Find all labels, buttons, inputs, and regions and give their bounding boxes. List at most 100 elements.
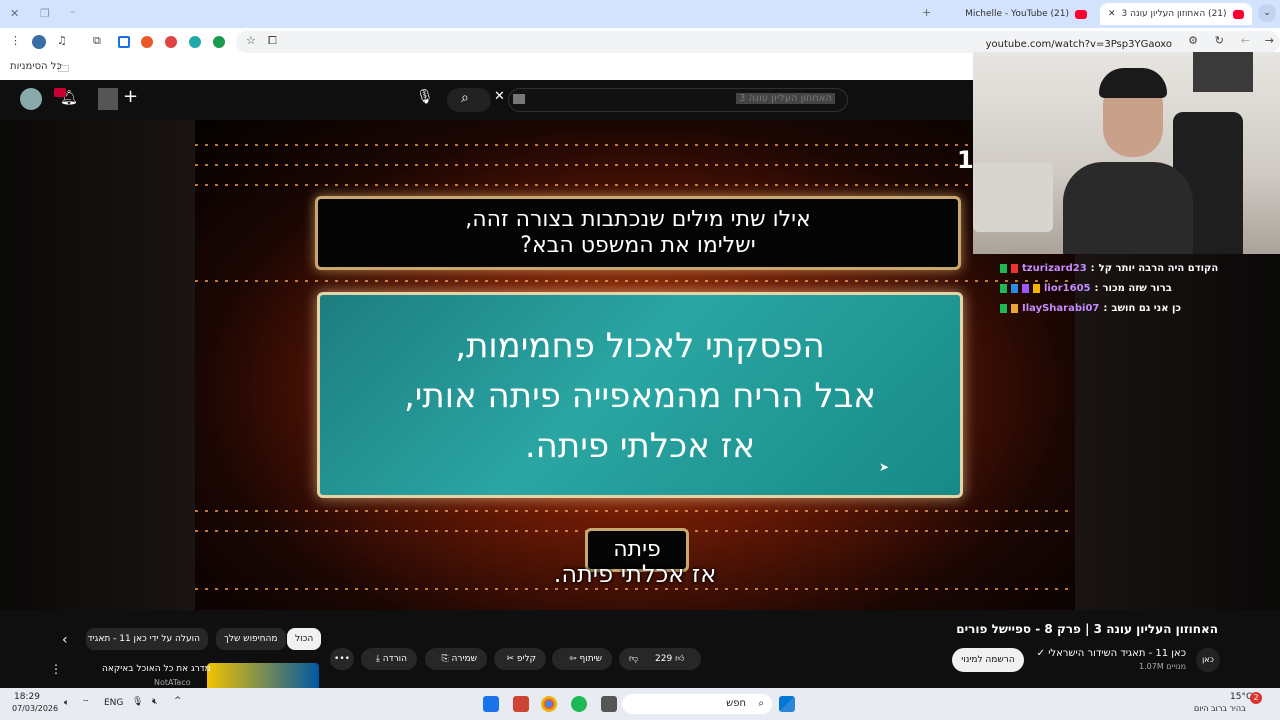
dislike-icon[interactable]: 👎︎	[629, 654, 638, 664]
address-bar[interactable]: ☆ ⧠ youtube.com/watch?v=3Psp3YGaoxo ⚙ ↻ …	[236, 31, 1280, 53]
download-button[interactable]: הורדה ⤓	[361, 648, 417, 670]
answer-line-2: אבל הריח מהמאפייה פיתה אותי,	[403, 376, 877, 416]
webcam-overlay	[973, 52, 1280, 254]
mic-icon[interactable]: 🎙︎	[132, 697, 143, 707]
like-dislike-group: 👎︎ 229 👍︎	[619, 648, 701, 670]
screenshot-extension-icon[interactable]	[118, 36, 130, 48]
chat-line-partial	[1000, 244, 1280, 258]
decor-stripe	[195, 144, 1075, 146]
microphone-icon[interactable]: 🎙︎	[416, 89, 434, 105]
save-label: שמירה	[451, 654, 477, 664]
answer-line-3: אז אכלתי פיתה.	[524, 426, 756, 466]
chip-from-search[interactable]: מהחיפוש שלך	[216, 628, 286, 650]
chat-username: tzurizard23	[1022, 262, 1087, 274]
profile-icon[interactable]	[32, 35, 46, 49]
share-button[interactable]: שיתוף ⇦	[552, 648, 612, 670]
tab-close-icon[interactable]: ✕	[1108, 9, 1116, 19]
url-text[interactable]: youtube.com/watch?v=3Psp3YGaoxo	[986, 39, 1172, 50]
chips-prev-icon[interactable]: ‹	[62, 632, 68, 648]
taskbar-search-icon: ⌕	[758, 698, 764, 709]
subscribe-button[interactable]: הרשמה למינוי	[952, 648, 1024, 672]
chat-message: ברור שזה מכור	[1102, 282, 1172, 294]
weather-desc[interactable]: בהיר ברוב היום	[1194, 704, 1246, 713]
video-title: האחוזון העליון עונה 3 | פרק 8 - ספיישל פ…	[956, 622, 1218, 636]
video-letterbox-left	[0, 120, 195, 610]
question-panel: אילו שתי מילים שנכתבות בצורה זהה, ישלימו…	[315, 196, 961, 270]
windows-logo-icon[interactable]	[779, 696, 795, 712]
chat-badge-icon	[1033, 283, 1040, 293]
video-player[interactable]: אילו שתי מילים שנכתבות בצורה זהה, ישלימו…	[195, 120, 1075, 610]
language-indicator[interactable]: ENG	[104, 698, 123, 708]
search-button[interactable]: ⌕	[447, 88, 491, 112]
chip-uploaded-by[interactable]: הועלה על ידי כאן 11 - תאגיד הש	[86, 628, 208, 650]
bookmark-star-icon[interactable]: ☆	[246, 34, 256, 47]
close-window-icon[interactable]: ✕	[10, 7, 19, 20]
reload-icon[interactable]: ↻	[1215, 34, 1224, 47]
like-count[interactable]: 229	[655, 654, 672, 664]
recommended-title[interactable]: מדרג את כל האוכל באיקאה	[102, 664, 211, 674]
extension-green-icon[interactable]	[213, 36, 225, 48]
save-button[interactable]: שמירה ⎘	[425, 648, 487, 670]
files-icon[interactable]	[601, 696, 617, 712]
taskbar-search[interactable]: חפש ⌕	[622, 694, 772, 714]
webcam-person-hair	[1099, 68, 1167, 98]
decor-stripe	[195, 280, 1075, 282]
more-actions-button[interactable]: •••	[330, 648, 354, 670]
share-icon: ⇦	[569, 654, 577, 664]
clock-date[interactable]: 07/03/2026	[12, 704, 58, 713]
decor-stripe	[195, 510, 1075, 512]
tab-active-video[interactable]: (21) האחוזון העליון עונה 3 ✕	[1100, 3, 1252, 25]
chat-badge-icon	[1022, 283, 1029, 293]
minimize-window-icon[interactable]: –	[70, 5, 76, 18]
start-menu-icon[interactable]	[483, 696, 499, 712]
clear-search-icon[interactable]: ✕	[494, 89, 505, 104]
all-bookmarks-link[interactable]: כל הסימניות	[10, 61, 62, 72]
question-line-1: אילו שתי מילים שנכתבות בצורה זהה,	[465, 207, 811, 232]
create-button[interactable]: +	[123, 86, 138, 107]
extension-translate-icon[interactable]	[189, 36, 201, 48]
youtube-header: 🔔︎ + 🎙︎ ⌕ ✕ האחוזון העליון עונה 3	[0, 80, 973, 120]
like-icon[interactable]: 👍︎	[675, 654, 684, 664]
channel-name[interactable]: כאן 11 - תאגיד השידור הישראלי ✓	[1037, 648, 1186, 659]
webcam-bed	[973, 162, 1053, 232]
question-line-2: ישלימו את המשפט הבא?	[520, 233, 756, 258]
tab-search-icon[interactable]: ⌄	[1258, 4, 1276, 22]
share-label: שיתוף	[579, 654, 602, 664]
new-tab-icon[interactable]: +	[922, 6, 931, 19]
tray-chevron-icon[interactable]: ^	[174, 696, 182, 706]
mouse-cursor-icon: ➤	[879, 460, 890, 474]
extensions-icon[interactable]: ⧉	[93, 34, 101, 48]
back-icon[interactable]: →	[1265, 34, 1274, 47]
clock-time[interactable]: 18:29	[14, 692, 40, 702]
forward-icon[interactable]: ←	[1241, 34, 1250, 47]
keyboard-icon[interactable]	[513, 94, 525, 104]
search-input[interactable]: האחוזון העליון עונה 3	[508, 88, 848, 112]
menu-icon[interactable]: ⋮	[10, 34, 21, 47]
tab-michelle[interactable]: (21) Michelle - YouTube	[945, 3, 1095, 25]
scissors-icon: ✂	[506, 654, 514, 664]
channel-avatar[interactable]: כאן	[1196, 648, 1220, 672]
extension-orange-icon[interactable]	[141, 36, 153, 48]
webcam-monitor	[1193, 52, 1253, 92]
volume-icon[interactable]: 🔈︎	[64, 698, 69, 708]
wifi-icon[interactable]: ⌔	[82, 698, 90, 708]
notification-badge[interactable]: 2	[1250, 692, 1262, 704]
mute-icon[interactable]: 🔇︎	[152, 697, 158, 707]
extension-red-icon[interactable]	[165, 36, 177, 48]
user-avatar[interactable]	[20, 88, 42, 110]
more-options-icon[interactable]: ⋮	[50, 662, 62, 676]
spotify-icon[interactable]	[571, 696, 587, 712]
recommended-channel[interactable]: NotATaco	[154, 678, 191, 687]
chip-all[interactable]: הכול	[287, 628, 322, 650]
cast-icon[interactable]: ⧠	[268, 34, 277, 48]
chat-badge-icon	[1000, 283, 1007, 293]
app-taskbar-icon[interactable]	[513, 696, 529, 712]
site-settings-icon[interactable]: ⚙	[1188, 34, 1198, 47]
restore-window-icon[interactable]: ❐	[40, 7, 50, 20]
channel-name-text[interactable]: כאן 11 - תאגיד השידור הישראלי	[1048, 648, 1186, 659]
weather-temp[interactable]: 15°C	[1230, 692, 1252, 702]
youtube-favicon-icon	[1232, 9, 1244, 19]
clip-button[interactable]: קליפ ✂	[494, 648, 546, 670]
media-icon[interactable]: ♫	[57, 34, 67, 47]
chrome-icon[interactable]	[541, 696, 557, 712]
